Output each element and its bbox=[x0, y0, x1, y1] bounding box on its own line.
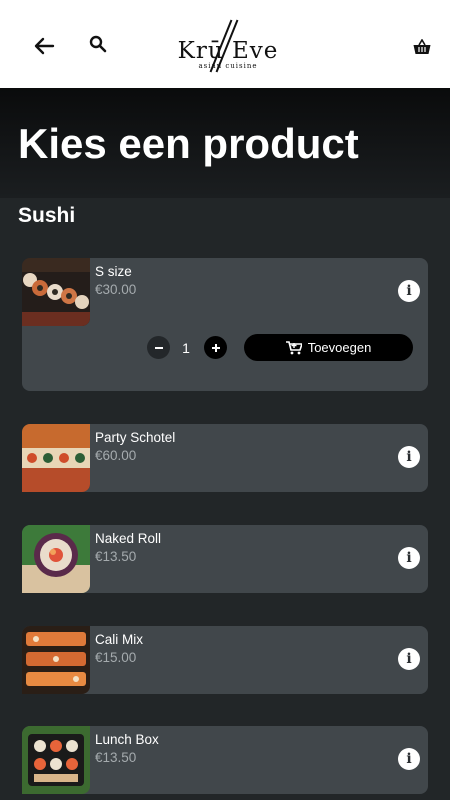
info-icon: i bbox=[406, 283, 412, 299]
product-card[interactable]: Party Schotel €60.00 i bbox=[22, 424, 428, 492]
add-to-cart-label: Toevoegen bbox=[307, 340, 372, 355]
cart-plus-icon bbox=[285, 340, 302, 354]
product-price: €30.00 bbox=[95, 282, 137, 297]
back-arrow-icon bbox=[34, 37, 55, 55]
product-price: €13.50 bbox=[95, 549, 137, 564]
basket-icon bbox=[413, 39, 431, 54]
back-button[interactable] bbox=[28, 30, 60, 62]
increase-quantity-button[interactable] bbox=[204, 336, 227, 359]
search-icon bbox=[89, 35, 107, 53]
logo-subtitle: asian cuisine bbox=[198, 62, 258, 70]
product-image bbox=[22, 726, 90, 794]
product-price: €15.00 bbox=[95, 650, 137, 665]
info-button[interactable]: i bbox=[398, 446, 420, 468]
top-bar: Krū Eve asian cuisine bbox=[0, 0, 450, 88]
info-button[interactable]: i bbox=[398, 748, 420, 770]
product-name: Naked Roll bbox=[95, 531, 162, 546]
product-image bbox=[22, 258, 90, 326]
product-price: €13.50 bbox=[95, 750, 137, 765]
search-button[interactable] bbox=[84, 30, 112, 58]
page-title: Kies een product bbox=[18, 120, 359, 167]
quantity-value: 1 bbox=[182, 340, 190, 356]
section-title: Sushi bbox=[18, 204, 76, 227]
product-card[interactable]: Naked Roll €13.50 i bbox=[22, 525, 428, 593]
info-icon: i bbox=[406, 449, 412, 465]
product-name: Cali Mix bbox=[95, 632, 144, 647]
info-button[interactable]: i bbox=[398, 648, 420, 670]
product-image bbox=[22, 525, 90, 593]
info-icon: i bbox=[406, 751, 412, 767]
info-button[interactable]: i bbox=[398, 547, 420, 569]
product-name: Party Schotel bbox=[95, 430, 176, 445]
product-image bbox=[22, 424, 90, 492]
info-icon: i bbox=[406, 651, 412, 667]
basket-button[interactable] bbox=[406, 32, 438, 62]
product-card[interactable]: Cali Mix €15.00 i bbox=[22, 626, 428, 694]
product-name: S size bbox=[95, 264, 132, 279]
brand-logo[interactable]: Krū Eve asian cuisine bbox=[160, 16, 292, 76]
decrease-quantity-button[interactable] bbox=[147, 336, 170, 359]
product-card[interactable]: S size €30.00 i 1 Toevoegen bbox=[22, 258, 428, 391]
product-price: €60.00 bbox=[95, 448, 137, 463]
product-card[interactable]: Lunch Box €13.50 i bbox=[22, 726, 428, 794]
product-image bbox=[22, 626, 90, 694]
product-name: Lunch Box bbox=[95, 732, 159, 747]
info-icon: i bbox=[406, 550, 412, 566]
info-button[interactable]: i bbox=[398, 280, 420, 302]
minus-icon bbox=[154, 346, 163, 349]
add-to-cart-button[interactable]: Toevoegen bbox=[244, 334, 413, 361]
plus-icon bbox=[211, 343, 220, 352]
logo-text: Krū Eve bbox=[177, 38, 279, 64]
